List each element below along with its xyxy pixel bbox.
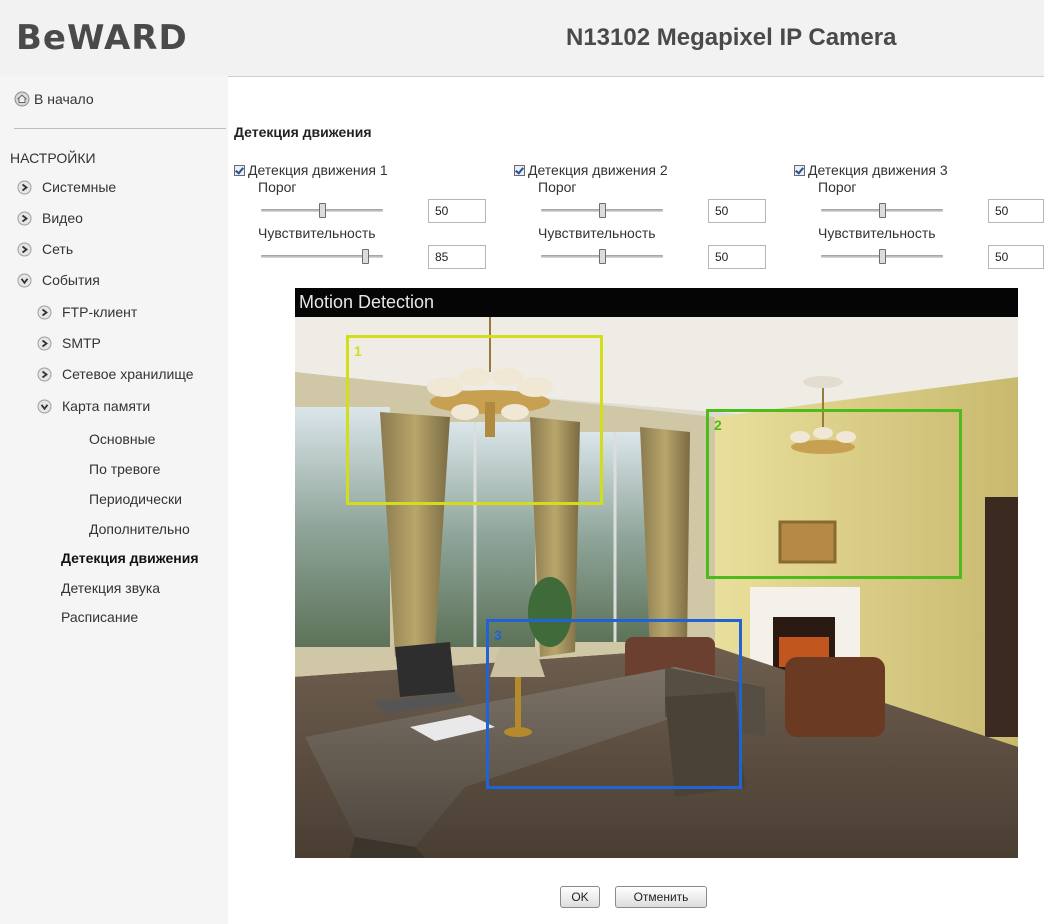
sidebar-item-network[interactable]: Сеть	[17, 241, 73, 257]
threshold-label: Порог	[818, 179, 857, 195]
sidebar-item-label: Системные	[42, 179, 117, 195]
sidebar-item-sound-detection[interactable]: Детекция звука	[61, 580, 160, 596]
sensitivity-input[interactable]	[428, 245, 486, 269]
header: BeWARD N13102 Megapixel IP Camera	[0, 0, 1044, 77]
chevron-right-icon	[37, 336, 52, 350]
detector-checkbox[interactable]: Детекция движения 1	[234, 161, 504, 179]
slider-thumb[interactable]	[599, 203, 606, 218]
sensitivity-input[interactable]	[988, 245, 1044, 269]
sidebar: В начало НАСТРОЙКИ Системные Видео Сеть …	[0, 76, 228, 924]
chevron-right-icon	[17, 211, 32, 225]
detector-label: Детекция движения 3	[808, 162, 948, 178]
zone-number: 1	[354, 343, 362, 359]
ok-button[interactable]: OK	[560, 886, 600, 908]
checkbox-icon[interactable]	[234, 164, 245, 176]
chevron-down-icon	[37, 399, 52, 413]
checkbox-icon[interactable]	[794, 164, 805, 176]
slider-thumb[interactable]	[879, 249, 886, 264]
threshold-row	[514, 197, 784, 225]
sidebar-item-events[interactable]: События	[17, 272, 100, 288]
sensitivity-slider[interactable]	[821, 249, 943, 264]
zone-number: 3	[494, 627, 502, 643]
slider-thumb[interactable]	[599, 249, 606, 264]
threshold-row	[794, 197, 1044, 225]
chevron-right-icon	[17, 180, 32, 194]
sensitivity-row	[794, 243, 1044, 271]
main-content: Детекция движения Детекция движения 1 По…	[228, 77, 1044, 924]
sidebar-item-additional[interactable]: Дополнительно	[89, 521, 190, 537]
detector-checkbox[interactable]: Детекция движения 2	[514, 161, 784, 179]
sidebar-item-memory-card[interactable]: Карта памяти	[37, 398, 150, 414]
detector-checkbox[interactable]: Детекция движения 3	[794, 161, 1044, 179]
sidebar-item-label: Сеть	[42, 241, 74, 257]
detector-3: Детекция движения 3 Порог Чувствительнос…	[794, 161, 1044, 271]
checkbox-icon[interactable]	[514, 164, 525, 176]
detector-1: Детекция движения 1 Порог Чувствительнос…	[234, 161, 504, 271]
sidebar-item-basic[interactable]: Основные	[89, 431, 155, 447]
settings-section-title: НАСТРОЙКИ	[10, 150, 96, 166]
threshold-input[interactable]	[428, 199, 486, 223]
page-title: N13102 Megapixel IP Camera	[566, 24, 897, 51]
beward-logo: BeWARD	[16, 18, 188, 58]
sidebar-item-ftp[interactable]: FTP-клиент	[37, 304, 137, 320]
motion-zone-2[interactable]: 2	[706, 409, 962, 579]
chevron-right-icon	[37, 367, 52, 381]
sidebar-item-label: Карта памяти	[62, 398, 151, 414]
threshold-label: Порог	[258, 179, 297, 195]
sidebar-item-motion-detection[interactable]: Детекция движения	[61, 550, 199, 566]
sensitivity-label: Чувствительность	[818, 225, 936, 241]
sensitivity-label: Чувствительность	[258, 225, 376, 241]
sidebar-item-nas[interactable]: Сетевое хранилище	[37, 366, 193, 382]
cancel-button[interactable]: Отменить	[615, 886, 707, 908]
threshold-row	[234, 197, 504, 225]
sensitivity-row	[514, 243, 784, 271]
detector-label: Детекция движения 1	[248, 162, 388, 178]
motion-zone-3[interactable]: 3	[486, 619, 742, 789]
chevron-right-icon	[37, 305, 52, 319]
sidebar-item-periodic[interactable]: Периодически	[89, 491, 182, 507]
sidebar-item-label: Сетевое хранилище	[62, 366, 194, 382]
sidebar-item-smtp[interactable]: SMTP	[37, 335, 101, 351]
chevron-down-icon	[17, 273, 32, 287]
threshold-slider[interactable]	[541, 203, 663, 218]
sidebar-item-label: Видео	[42, 210, 83, 226]
sidebar-divider	[14, 128, 226, 129]
home-label: В начало	[34, 91, 94, 107]
sensitivity-slider[interactable]	[541, 249, 663, 264]
sidebar-item-on-alarm[interactable]: По тревоге	[89, 461, 160, 477]
zone-number: 2	[714, 417, 722, 433]
sidebar-item-label: SMTP	[62, 335, 101, 351]
slider-thumb[interactable]	[361, 249, 369, 264]
sensitivity-slider[interactable]	[261, 249, 383, 264]
chevron-right-icon	[17, 242, 32, 256]
threshold-input[interactable]	[708, 199, 766, 223]
threshold-label: Порог	[538, 179, 577, 195]
slider-thumb[interactable]	[319, 203, 326, 218]
video-title: Motion Detection	[295, 288, 1018, 317]
home-icon	[14, 91, 30, 107]
sidebar-item-label: События	[42, 272, 100, 288]
sensitivity-row	[234, 243, 504, 271]
sidebar-item-system[interactable]: Системные	[17, 179, 116, 195]
slider-thumb[interactable]	[879, 203, 886, 218]
threshold-slider[interactable]	[261, 203, 383, 218]
threshold-slider[interactable]	[821, 203, 943, 218]
sensitivity-label: Чувствительность	[538, 225, 656, 241]
section-heading: Детекция движения	[234, 124, 372, 140]
home-link[interactable]: В начало	[14, 91, 94, 107]
detector-label: Детекция движения 2	[528, 162, 668, 178]
sensitivity-input[interactable]	[708, 245, 766, 269]
detector-2: Детекция движения 2 Порог Чувствительнос…	[514, 161, 784, 271]
sidebar-item-video[interactable]: Видео	[17, 210, 83, 226]
video-view[interactable]: Motion Detection 1 2 3	[295, 288, 1018, 858]
threshold-input[interactable]	[988, 199, 1044, 223]
motion-zone-1[interactable]: 1	[346, 335, 603, 505]
sidebar-item-schedule[interactable]: Расписание	[61, 609, 138, 625]
sidebar-item-label: FTP-клиент	[62, 304, 138, 320]
